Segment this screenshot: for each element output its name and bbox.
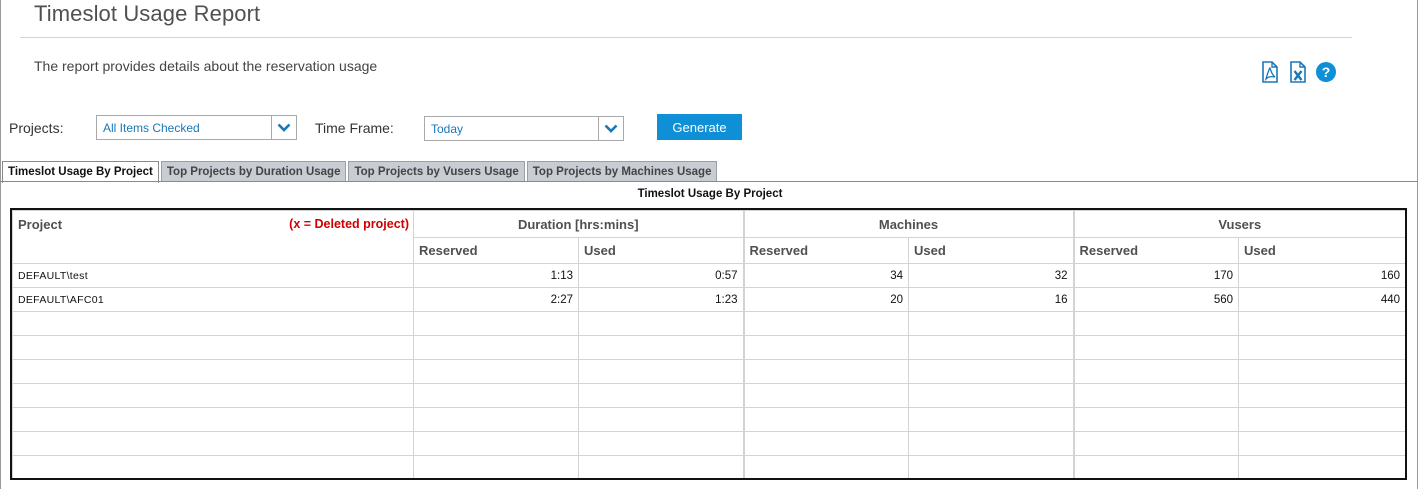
- machines-reserved-header[interactable]: Reserved: [742, 237, 909, 264]
- pdf-export-icon[interactable]: [1259, 60, 1281, 84]
- empty-row: [12, 359, 1405, 384]
- filter-bar: Projects: All Items Checked Time Frame: …: [0, 114, 1418, 142]
- machines-used-header[interactable]: Used: [908, 237, 1074, 264]
- machines-used-cell: 32: [908, 263, 1074, 288]
- empty-row: [12, 407, 1405, 432]
- duration-group-header: Duration [hrs:mins]: [413, 210, 744, 238]
- timeframe-dropdown-value: Today: [431, 122, 464, 136]
- duration-reserved-cell: 1:13: [413, 263, 579, 288]
- project-header-label: Project: [18, 217, 63, 232]
- duration-used-cell: 1:23: [578, 287, 744, 312]
- window-left-border: [0, 0, 1, 489]
- timeframe-dropdown[interactable]: Today: [424, 116, 624, 141]
- empty-row: [12, 311, 1405, 336]
- machines-reserved-cell: 20: [742, 287, 909, 312]
- empty-row: [12, 335, 1405, 360]
- duration-used-cell: 0:57: [578, 263, 744, 288]
- vusers-group-header: Vusers: [1072, 210, 1405, 238]
- duration-reserved-cell: 2:27: [413, 287, 579, 312]
- vusers-used-header[interactable]: Used: [1237, 237, 1405, 264]
- duration-reserved-header[interactable]: Reserved: [413, 237, 579, 264]
- vusers-reserved-header[interactable]: Reserved: [1072, 237, 1239, 264]
- empty-row: [13, 480, 1406, 481]
- machines-group-header: Machines: [742, 210, 1074, 238]
- tab-top-projects-machines[interactable]: Top Projects by Machines Usage: [526, 161, 718, 182]
- table-row[interactable]: DEFAULT\test 1:13 0:57 34 32 170 160: [12, 263, 1405, 288]
- vusers-reserved-cell: 170: [1072, 263, 1239, 288]
- svg-text:?: ?: [1322, 64, 1331, 80]
- machines-reserved-cell: 34: [742, 263, 909, 288]
- tab-top-projects-duration[interactable]: Top Projects by Duration Usage: [160, 161, 347, 182]
- page-description: The report provides details about the re…: [34, 58, 378, 74]
- deleted-project-note: (x = Deleted project): [289, 217, 409, 231]
- vusers-reserved-cell: 560: [1072, 287, 1239, 312]
- chevron-down-icon[interactable]: [271, 116, 296, 139]
- project-column-header[interactable]: Project (x = Deleted project): [12, 210, 414, 264]
- machines-used-cell: 16: [908, 287, 1074, 312]
- page-title: Timeslot Usage Report: [34, 1, 261, 26]
- project-cell: DEFAULT\test: [12, 263, 414, 288]
- export-toolbar: ?: [1259, 60, 1337, 84]
- vusers-used-cell: 160: [1237, 263, 1405, 288]
- report-tabs: Timeslot Usage By Project Top Projects b…: [2, 161, 719, 183]
- chevron-down-icon[interactable]: [598, 117, 623, 140]
- excel-export-icon[interactable]: [1287, 60, 1309, 84]
- empty-row: [12, 383, 1405, 408]
- usage-table: Project (x = Deleted project) Duration […: [12, 210, 1406, 481]
- empty-row: [12, 455, 1405, 478]
- tab-divider: [0, 181, 1418, 182]
- projects-dropdown-value: All Items Checked: [103, 121, 200, 135]
- vusers-used-cell: 440: [1237, 287, 1405, 312]
- projects-dropdown[interactable]: All Items Checked: [96, 115, 297, 140]
- timeframe-label: Time Frame:: [315, 120, 394, 136]
- table-row[interactable]: DEFAULT\AFC01 2:27 1:23 20 16 560 440: [12, 287, 1405, 312]
- tab-top-projects-vusers[interactable]: Top Projects by Vusers Usage: [348, 161, 525, 182]
- empty-row: [12, 431, 1405, 456]
- generate-button[interactable]: Generate: [657, 114, 742, 140]
- tab-timeslot-usage-by-project[interactable]: Timeslot Usage By Project: [2, 161, 159, 183]
- duration-used-header[interactable]: Used: [578, 237, 744, 264]
- help-icon[interactable]: ?: [1315, 60, 1337, 84]
- project-cell: DEFAULT\AFC01: [12, 287, 414, 312]
- usage-grid: Project (x = Deleted project) Duration […: [10, 208, 1407, 480]
- title-divider: [20, 37, 1352, 38]
- report-title: Timeslot Usage By Project: [637, 188, 783, 200]
- projects-label: Projects:: [9, 120, 64, 136]
